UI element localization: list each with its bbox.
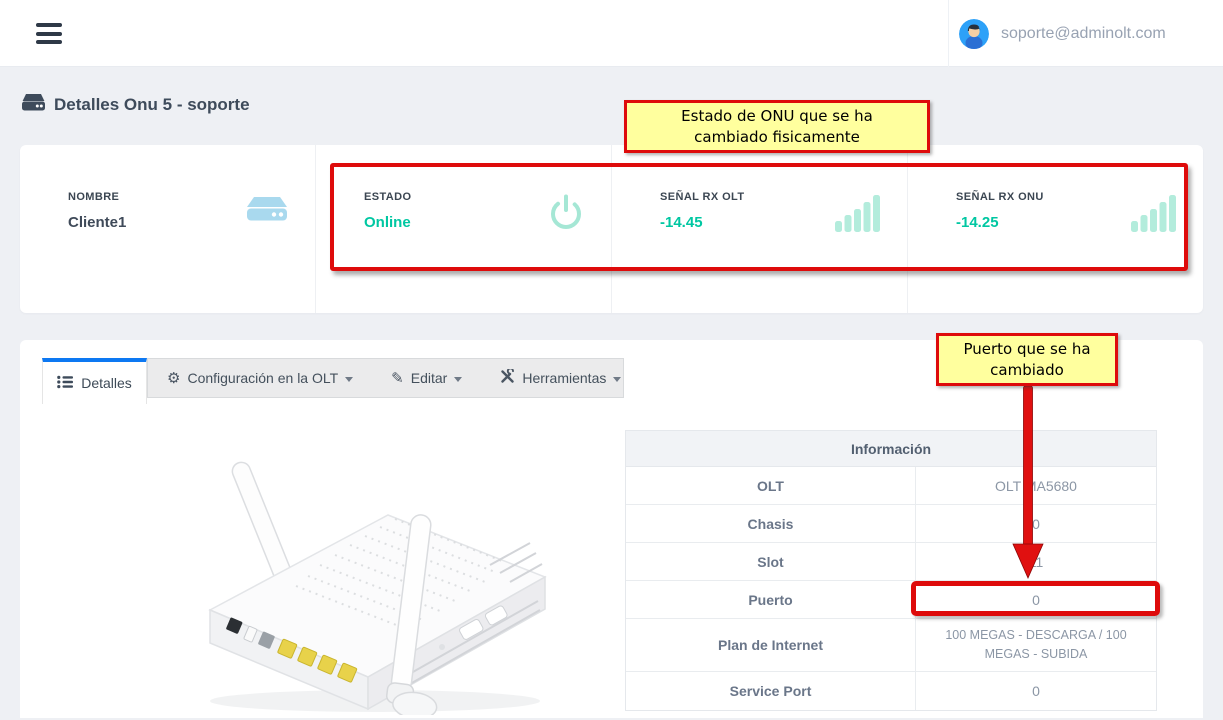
annotation-red-rect-status — [330, 163, 1188, 271]
annotation-callout-estado: Estado de ONU que se ha cambiado fisicam… — [624, 100, 930, 153]
informacion-table: Información OLT OLT MA5680 Chasis 0 Slot… — [625, 430, 1157, 711]
top-navbar: soporte@adminolt.com — [0, 0, 1223, 67]
status-value: Cliente1 — [68, 214, 126, 231]
tab-herramientas[interactable]: Herramientas — [481, 369, 640, 387]
tab-label: Detalles — [81, 375, 132, 391]
callout-text: cambiado fisicamente — [694, 127, 860, 148]
table-row: Plan de Internet 100 MEGAS - DESCARGA / … — [626, 619, 1156, 672]
row-value: 100 MEGAS - DESCARGA / 100 MEGAS - SUBID… — [916, 619, 1156, 671]
page-title-row: Detalles Onu 5 - soporte — [22, 94, 250, 116]
table-row: Chasis 0 — [626, 505, 1156, 543]
onu-product-image — [140, 415, 570, 720]
table-row: OLT OLT MA5680 — [626, 467, 1156, 505]
chevron-down-icon — [345, 377, 353, 382]
list-icon — [57, 375, 73, 392]
chevron-down-icon — [454, 377, 462, 382]
row-label: Puerto — [626, 581, 916, 618]
user-email: soporte@adminolt.com — [1001, 25, 1166, 43]
callout-text: Estado de ONU que se ha — [681, 106, 873, 127]
tab-label: Herramientas — [522, 370, 606, 386]
row-label: OLT — [626, 467, 916, 504]
tab-label: Configuración en la OLT — [187, 370, 338, 386]
callout-text: cambiado — [990, 360, 1064, 381]
user-avatar-icon — [959, 19, 989, 49]
table-row: Service Port 0 — [626, 672, 1156, 710]
tab-detalles[interactable]: Detalles — [42, 358, 147, 404]
edit-pencil-icon: ✎ — [391, 371, 404, 386]
tab-editar[interactable]: ✎ Editar — [372, 370, 481, 386]
page-title: Detalles Onu 5 - soporte — [54, 95, 250, 115]
tools-icon — [500, 369, 515, 387]
row-value: 0 — [916, 672, 1156, 710]
row-label: Service Port — [626, 672, 916, 710]
status-label: NOMBRE — [68, 191, 126, 203]
tab-configuracion-olt[interactable]: ⚙ Configuración en la OLT — [148, 370, 372, 386]
router-icon — [245, 193, 289, 313]
table-header: Información — [626, 431, 1156, 467]
chevron-down-icon — [613, 377, 621, 382]
gear-icon: ⚙ — [167, 371, 180, 386]
status-nombre: NOMBRE Cliente1 — [20, 145, 315, 313]
table-row: Slot 11 — [626, 543, 1156, 581]
tab-strip: ⚙ Configuración en la OLT ✎ Editar Herra… — [147, 358, 624, 398]
callout-text: Puerto que se ha — [963, 339, 1090, 360]
row-label: Slot — [626, 543, 916, 580]
hamburger-menu-icon[interactable] — [36, 23, 64, 45]
annotation-arrow-down-icon — [1004, 386, 1052, 587]
row-label: Plan de Internet — [626, 619, 916, 671]
tab-label: Editar — [411, 370, 448, 386]
user-menu[interactable]: soporte@adminolt.com — [948, 0, 1223, 67]
annotation-red-rect-puerto — [911, 581, 1160, 616]
onu-device-icon — [22, 94, 45, 116]
annotation-callout-puerto: Puerto que se ha cambiado — [936, 333, 1118, 386]
row-label: Chasis — [626, 505, 916, 542]
